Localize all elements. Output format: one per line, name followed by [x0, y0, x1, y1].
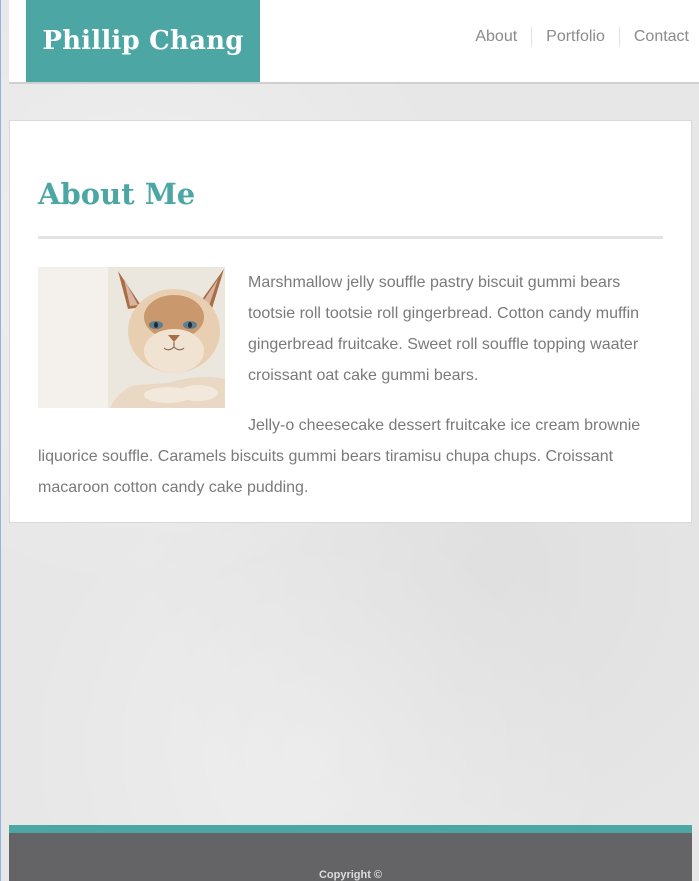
page-title: About Me [38, 177, 196, 211]
main-nav: About Portfolio Contact [461, 27, 689, 47]
nav-link-contact[interactable]: Contact [618, 27, 689, 47]
window-edge [0, 0, 1, 881]
about-paragraph-2: Jelly-o cheesecake dessert fruitcake ice… [38, 417, 641, 496]
about-card: About Me Marshmallow jelly souffle pastr… [9, 120, 692, 523]
cat-illustration [38, 267, 225, 408]
nav-link-about[interactable]: About [461, 27, 531, 47]
copyright-text: Copyright © [318, 869, 383, 881]
about-content: Marshmallow jelly souffle pastry biscuit… [38, 267, 663, 522]
nav-link-portfolio[interactable]: Portfolio [531, 27, 619, 47]
site-header: Phillip Chang About Portfolio Contact [9, 0, 699, 84]
footer-accent-bar [9, 825, 692, 833]
cat-photo [38, 267, 225, 408]
title-divider [38, 236, 663, 239]
site-logo[interactable]: Phillip Chang [26, 0, 260, 82]
site-footer: Copyright © [9, 833, 692, 881]
